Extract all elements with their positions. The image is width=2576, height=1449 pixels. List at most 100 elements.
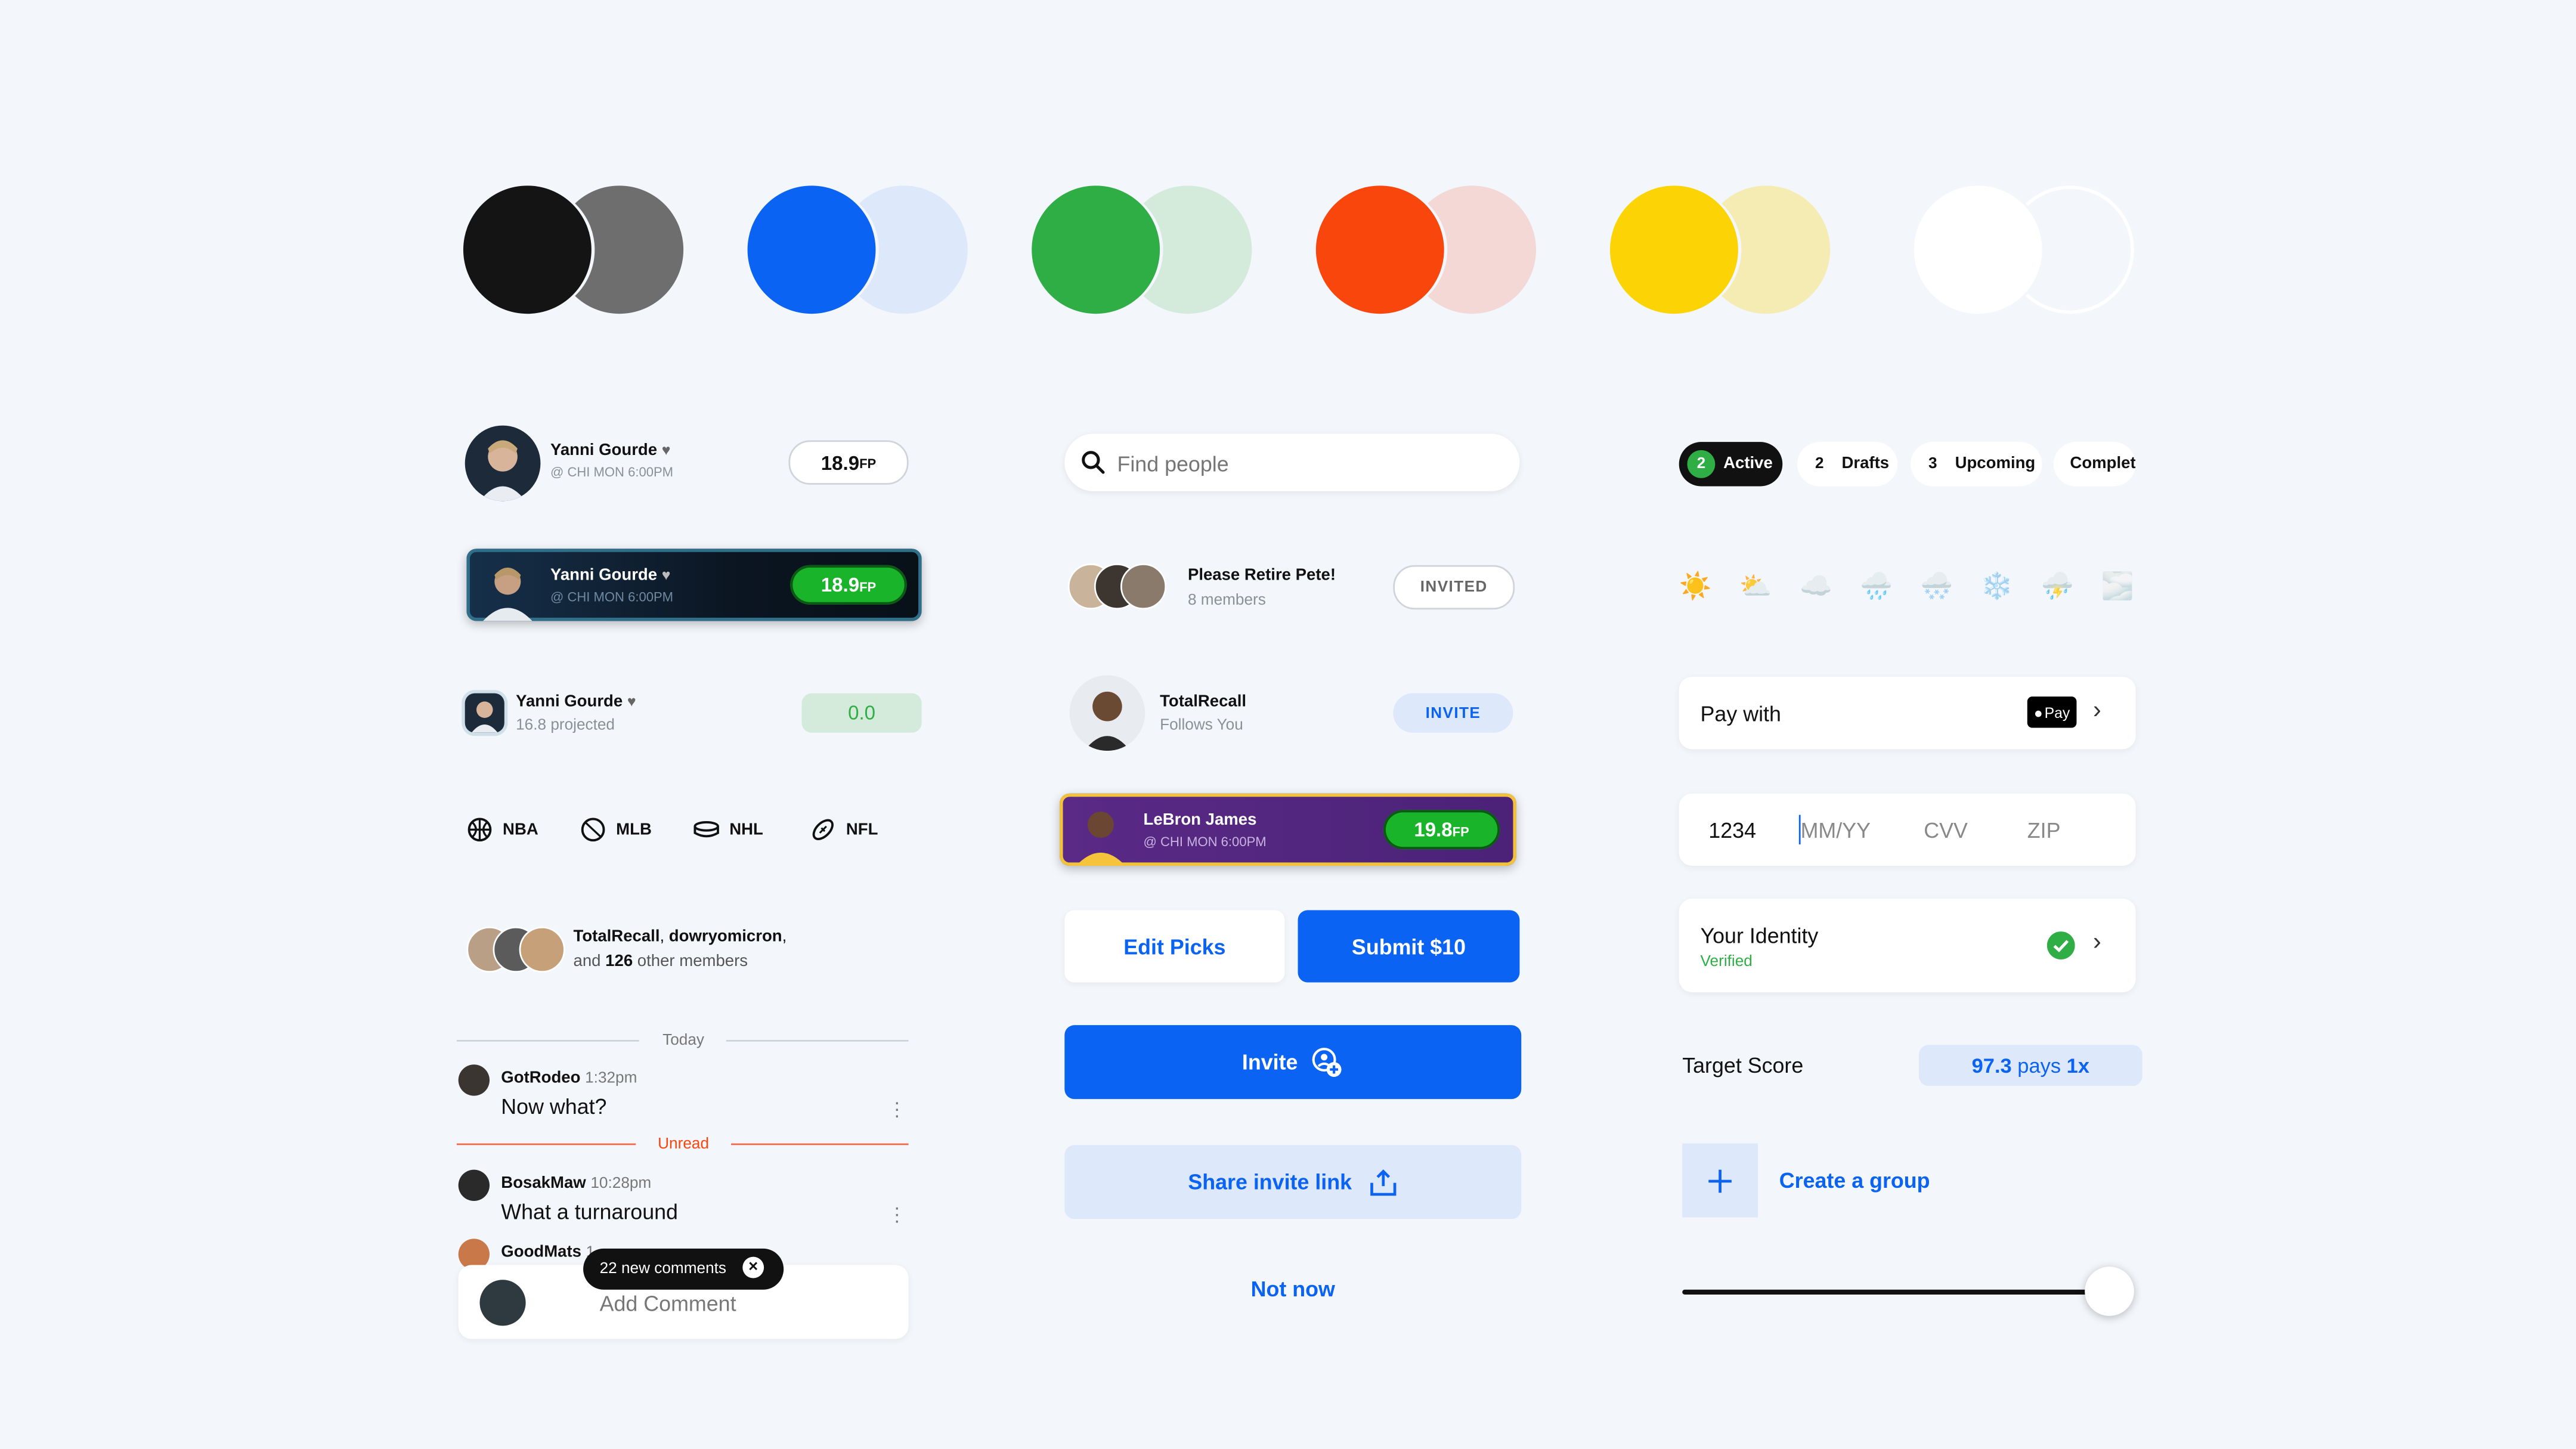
invite-user-button[interactable]: INVITE: [1393, 693, 1513, 733]
sport-label: MLB: [616, 821, 652, 839]
message-header: GotRodeo 1:32pm: [501, 1070, 637, 1088]
tab-count: 2: [1815, 455, 1824, 473]
invite-button[interactable]: Invite: [1064, 1025, 1522, 1100]
tab-upcoming[interactable]: 3 Upcoming: [1911, 442, 2042, 487]
more-options-icon[interactable]: · · ·: [894, 1092, 900, 1125]
fantasy-points-pill[interactable]: 18.9 FP: [788, 440, 909, 485]
player-avatar: [465, 425, 541, 501]
search-bar[interactable]: [1064, 434, 1520, 491]
tab-drafts[interactable]: 2 Drafts: [1797, 442, 1898, 487]
tab-label: Complet: [2070, 455, 2136, 473]
message-text: What a turnaround: [501, 1199, 678, 1224]
fantasy-points-unit: FP: [1452, 823, 1469, 839]
edit-picks-button[interactable]: Edit Picks: [1064, 910, 1285, 983]
weather-icon[interactable]: 🌫️: [2100, 570, 2136, 606]
close-icon[interactable]: ×: [742, 1256, 764, 1278]
card-number-field[interactable]: 1234: [1708, 818, 1756, 843]
not-now-button[interactable]: Not now: [1064, 1277, 1521, 1301]
expiry-field[interactable]: MM/YY: [1801, 818, 1871, 843]
weather-icon[interactable]: ☁️: [1798, 570, 1834, 606]
weather-icon[interactable]: ☀️: [1677, 570, 1714, 606]
tab-label: Drafts: [1841, 455, 1890, 473]
weather-icon[interactable]: ⛈️: [2039, 570, 2076, 606]
message-username[interactable]: GotRodeo: [501, 1070, 580, 1088]
card-entry-row: 1234 MM/YY CVV ZIP: [1679, 793, 2136, 866]
player-card-lebron[interactable]: LeBron James @ CHI MON 6:00PM 19.8 FP: [1060, 793, 1516, 866]
new-comments-label: 22 new comments: [599, 1260, 727, 1278]
heart-icon[interactable]: ♥: [627, 693, 636, 710]
members-count-line: and 126 other members: [574, 953, 748, 971]
user-name: TotalRecall: [1160, 693, 1247, 711]
submit-button[interactable]: Submit $10: [1298, 910, 1520, 983]
weather-icon[interactable]: ⛅: [1738, 570, 1774, 606]
weather-icon[interactable]: 🌨️: [1918, 570, 1955, 606]
plus-icon: [1708, 1169, 1732, 1192]
create-group-button[interactable]: [1682, 1143, 1758, 1218]
player-name: Yanni Gourde ♥: [550, 566, 671, 585]
members-summary: TotalRecall, dowryomicron,: [574, 928, 787, 946]
player-game-info: @ CHI MON 6:00PM: [1143, 834, 1267, 850]
verified-check-icon: [2046, 931, 2075, 959]
sport-nba[interactable]: NBA: [466, 816, 538, 843]
members-count: 126: [605, 952, 633, 971]
add-user-icon: [1312, 1046, 1342, 1076]
user-avatar: [458, 1169, 490, 1201]
fantasy-points-pill[interactable]: 18.9 FP: [790, 565, 907, 605]
target-score-label: Target Score: [1682, 1053, 1804, 1078]
group-title: Please Retire Pete!: [1187, 566, 1336, 585]
cvv-field[interactable]: CVV: [1924, 818, 1968, 843]
sport-mlb[interactable]: MLB: [580, 816, 652, 843]
message-username[interactable]: BosakMaw: [501, 1175, 586, 1193]
message-time: 1:32pm: [585, 1069, 637, 1088]
member-name[interactable]: TotalRecall: [574, 928, 660, 946]
more-options-icon[interactable]: · · ·: [894, 1197, 900, 1230]
weather-icon[interactable]: ❄️: [1979, 570, 2015, 606]
tab-count: 2: [1687, 450, 1716, 478]
fantasy-points-unit: FP: [859, 456, 877, 472]
invited-button[interactable]: INVITED: [1393, 565, 1515, 610]
player-projection: 16.8 projected: [516, 716, 615, 735]
tab-complet[interactable]: Complet: [2053, 442, 2136, 487]
create-group-label[interactable]: Create a group: [1779, 1168, 1930, 1193]
score-pill: 0.0: [801, 693, 922, 733]
player-card-selected[interactable]: Yanni Gourde ♥ @ CHI MON 6:00PM 18.9 FP: [466, 549, 922, 621]
user-avatar: [1069, 675, 1145, 751]
sport-nhl[interactable]: NHL: [693, 816, 763, 843]
separator: ,: [660, 928, 669, 946]
message-header: GoodMats 1: [501, 1244, 595, 1262]
member-name[interactable]: dowryomicron: [669, 928, 782, 946]
member-avatar-stack: [466, 926, 568, 973]
pay-with-row[interactable]: Pay with ● Pay ›: [1679, 677, 2136, 750]
search-icon: [1082, 451, 1105, 474]
football-icon: [812, 819, 834, 840]
heart-icon[interactable]: ♥: [662, 567, 671, 584]
tab-label: Active: [1723, 455, 1773, 473]
tab-active[interactable]: 2 Active: [1679, 442, 1783, 487]
new-comments-toast[interactable]: 22 new comments ×: [583, 1248, 784, 1290]
player-avatar: [465, 693, 504, 733]
member-avatar: [1120, 563, 1167, 610]
user-subtitle: Follows You: [1160, 716, 1243, 735]
sport-nfl[interactable]: NFL: [810, 816, 878, 843]
zip-field[interactable]: ZIP: [2027, 818, 2061, 843]
group-avatar-stack: [1067, 563, 1170, 610]
message-username[interactable]: GoodMats: [501, 1244, 581, 1262]
search-input[interactable]: [1113, 445, 1498, 482]
slider-thumb[interactable]: [2085, 1267, 2134, 1316]
slider-track[interactable]: [1682, 1289, 2113, 1295]
divider: [456, 1039, 639, 1042]
identity-title: Your Identity: [1700, 923, 1819, 948]
identity-row[interactable]: Your Identity Verified ›: [1679, 899, 2136, 993]
add-comment-input[interactable]: Add Comment: [600, 1292, 736, 1316]
message-text: Now what?: [501, 1094, 607, 1119]
player-name: Yanni Gourde ♥: [550, 442, 671, 460]
message-header: BosakMaw 10:28pm: [501, 1175, 651, 1193]
share-invite-button[interactable]: Share invite link: [1064, 1145, 1522, 1219]
player-photo: [482, 567, 532, 621]
weather-icon[interactable]: 🌧️: [1858, 570, 1894, 606]
fantasy-points-pill[interactable]: 19.8 FP: [1383, 810, 1500, 850]
player-name: LeBron James: [1143, 812, 1257, 830]
members-and: and: [573, 952, 601, 971]
heart-icon[interactable]: ♥: [662, 442, 671, 459]
basketball-icon: [467, 818, 492, 842]
